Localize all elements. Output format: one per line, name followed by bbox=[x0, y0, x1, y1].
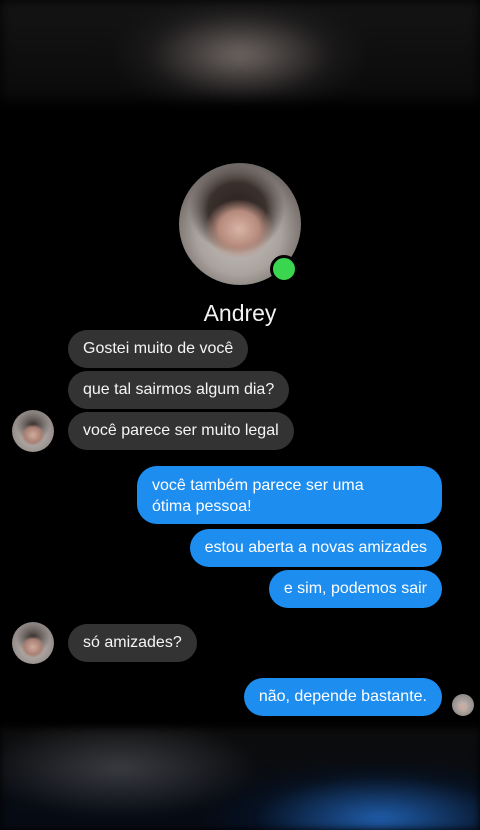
message-incoming[interactable]: Gostei muito de você bbox=[68, 330, 249, 368]
contact-name[interactable]: Andrey bbox=[0, 300, 480, 327]
message-incoming[interactable]: que tal sairmos algum dia? bbox=[68, 371, 290, 409]
message-line: ótima pessoa! bbox=[152, 498, 252, 515]
message-incoming[interactable]: você parece ser muito legal bbox=[68, 412, 294, 450]
read-receipt-avatar bbox=[452, 694, 474, 716]
online-status-indicator bbox=[270, 255, 298, 283]
message-incoming[interactable]: só amizades? bbox=[68, 624, 197, 662]
sender-avatar[interactable] bbox=[12, 622, 54, 664]
message-outgoing[interactable]: estou aberta a novas amizades bbox=[189, 529, 442, 567]
message-line: você também parece ser uma bbox=[152, 477, 364, 494]
message-outgoing[interactable]: você também parece ser uma ótima pessoa! bbox=[137, 466, 442, 524]
sender-avatar[interactable] bbox=[12, 410, 54, 452]
blurred-video-bottom bbox=[0, 728, 480, 830]
message-outgoing[interactable]: não, depende bastante. bbox=[243, 678, 442, 716]
message-outgoing[interactable]: e sim, podemos sair bbox=[268, 570, 442, 608]
blurred-video-top bbox=[0, 0, 480, 100]
